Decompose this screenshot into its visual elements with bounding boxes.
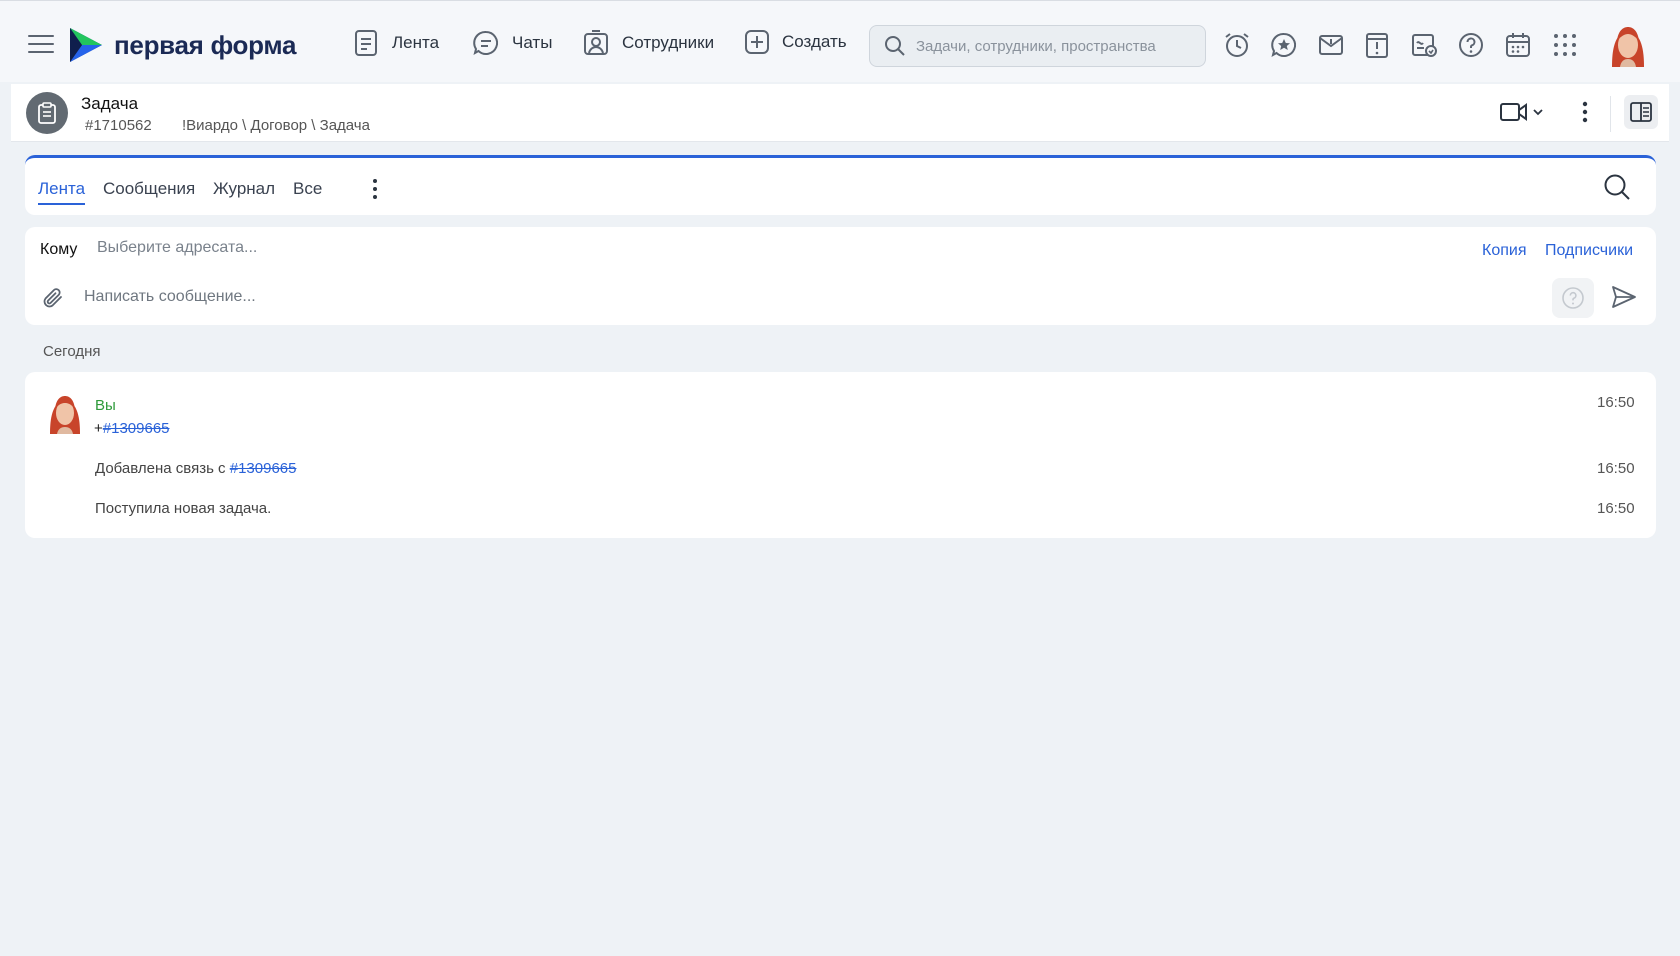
video-call-button[interactable] <box>1500 100 1546 129</box>
message-time: 16:50 <box>1597 460 1635 477</box>
search-input[interactable] <box>916 37 1196 55</box>
nav-feed[interactable]: Лента <box>354 29 439 57</box>
feed-entry: Вы +#1309665 16:50 Добавлена связь с #13… <box>25 372 1656 538</box>
header-divider <box>1610 96 1611 132</box>
send-button[interactable] <box>1611 285 1637 314</box>
important-doc-icon[interactable] <box>1363 31 1391 59</box>
tab-feed[interactable]: Лента <box>38 179 86 205</box>
day-separator: Сегодня <box>43 343 101 360</box>
task-title: Задача <box>81 94 139 113</box>
link-prefix: + <box>94 420 103 437</box>
signature-doc-icon[interactable] <box>1410 31 1438 59</box>
logo-text: первая форма <box>114 29 297 60</box>
video-camera-icon <box>1500 103 1543 121</box>
apps-grid-icon[interactable] <box>1551 31 1579 59</box>
nav-feed-label: Лента <box>392 33 440 52</box>
favorite-chat-icon[interactable] <box>1270 31 1298 59</box>
nav-create-label: Создать <box>782 32 847 51</box>
clipboard-icon <box>38 102 56 124</box>
feed-line-new-task: Поступила новая задача. <box>95 500 272 517</box>
compose-help-button[interactable] <box>1552 278 1594 318</box>
tabs-more-button[interactable] <box>371 178 379 205</box>
tab-messages[interactable]: Сообщения <box>103 179 195 199</box>
task-number: #1710562 <box>85 117 152 134</box>
plus-icon <box>745 30 769 54</box>
attach-button[interactable] <box>41 286 67 317</box>
user-avatar[interactable] <box>1608 23 1648 67</box>
calendar-icon[interactable] <box>1504 31 1532 59</box>
message-input[interactable] <box>84 288 1284 306</box>
more-options-button[interactable] <box>1581 100 1589 129</box>
subscribers-button[interactable]: Подписчики <box>1545 242 1633 260</box>
more-vertical-icon <box>373 179 377 199</box>
feed-icon <box>355 30 377 56</box>
to-label: Кому <box>40 241 78 258</box>
toggle-panel-button[interactable] <box>1624 95 1658 129</box>
help-icon[interactable] <box>1457 31 1485 59</box>
tabs-bar: Лента Сообщения Журнал Все <box>25 155 1656 215</box>
task-reference-link[interactable]: #1309665 <box>103 420 170 437</box>
employees-icon <box>584 30 608 55</box>
paperclip-icon <box>43 288 62 308</box>
task-type-icon <box>26 92 68 134</box>
mail-alert-icon[interactable] <box>1317 31 1345 59</box>
nav-chats[interactable]: Чаты <box>472 29 552 57</box>
copy-button[interactable]: Копия <box>1482 242 1526 260</box>
tab-all[interactable]: Все <box>293 179 322 199</box>
nav-employees[interactable]: Сотрудники <box>582 29 714 57</box>
search-icon <box>1604 174 1630 200</box>
side-panel-icon <box>1630 102 1652 122</box>
global-search[interactable] <box>869 25 1206 67</box>
nav-chats-label: Чаты <box>512 33 553 52</box>
logo[interactable]: первая форма <box>68 27 296 63</box>
search-icon <box>885 36 905 56</box>
task-header: Задача #1710562 !Виардо \ Договор \ Зада… <box>11 84 1669 142</box>
top-bar: первая форма Лента Чаты Сотрудники Созда… <box>0 0 1680 82</box>
logo-icon <box>70 28 102 62</box>
help-icon <box>1562 287 1584 309</box>
send-icon <box>1612 286 1636 308</box>
nav-employees-label: Сотрудники <box>622 33 715 52</box>
feed-line-link: +#1309665 <box>94 420 170 437</box>
compose-panel: Кому Копия Подписчики <box>25 227 1656 325</box>
more-vertical-icon <box>1582 101 1588 123</box>
author-avatar[interactable] <box>47 392 83 434</box>
task-reference-link[interactable]: #1309665 <box>230 460 297 477</box>
tab-journal[interactable]: Журнал <box>213 179 275 199</box>
author-name[interactable]: Вы <box>95 397 116 414</box>
message-time: 16:50 <box>1597 500 1635 517</box>
task-breadcrumb[interactable]: !Виардо \ Договор \ Задача <box>182 117 370 134</box>
chat-icon <box>473 30 498 56</box>
menu-icon[interactable] <box>28 35 54 55</box>
recipient-input[interactable] <box>97 239 897 257</box>
feed-search-button[interactable] <box>1603 173 1631 206</box>
relation-text: Добавлена связь с <box>95 460 230 477</box>
feed-line-relation: Добавлена связь с #1309665 <box>95 460 296 477</box>
message-time: 16:50 <box>1597 394 1635 411</box>
nav-create[interactable]: Создать <box>744 29 847 55</box>
alarm-clock-icon[interactable] <box>1223 31 1251 59</box>
